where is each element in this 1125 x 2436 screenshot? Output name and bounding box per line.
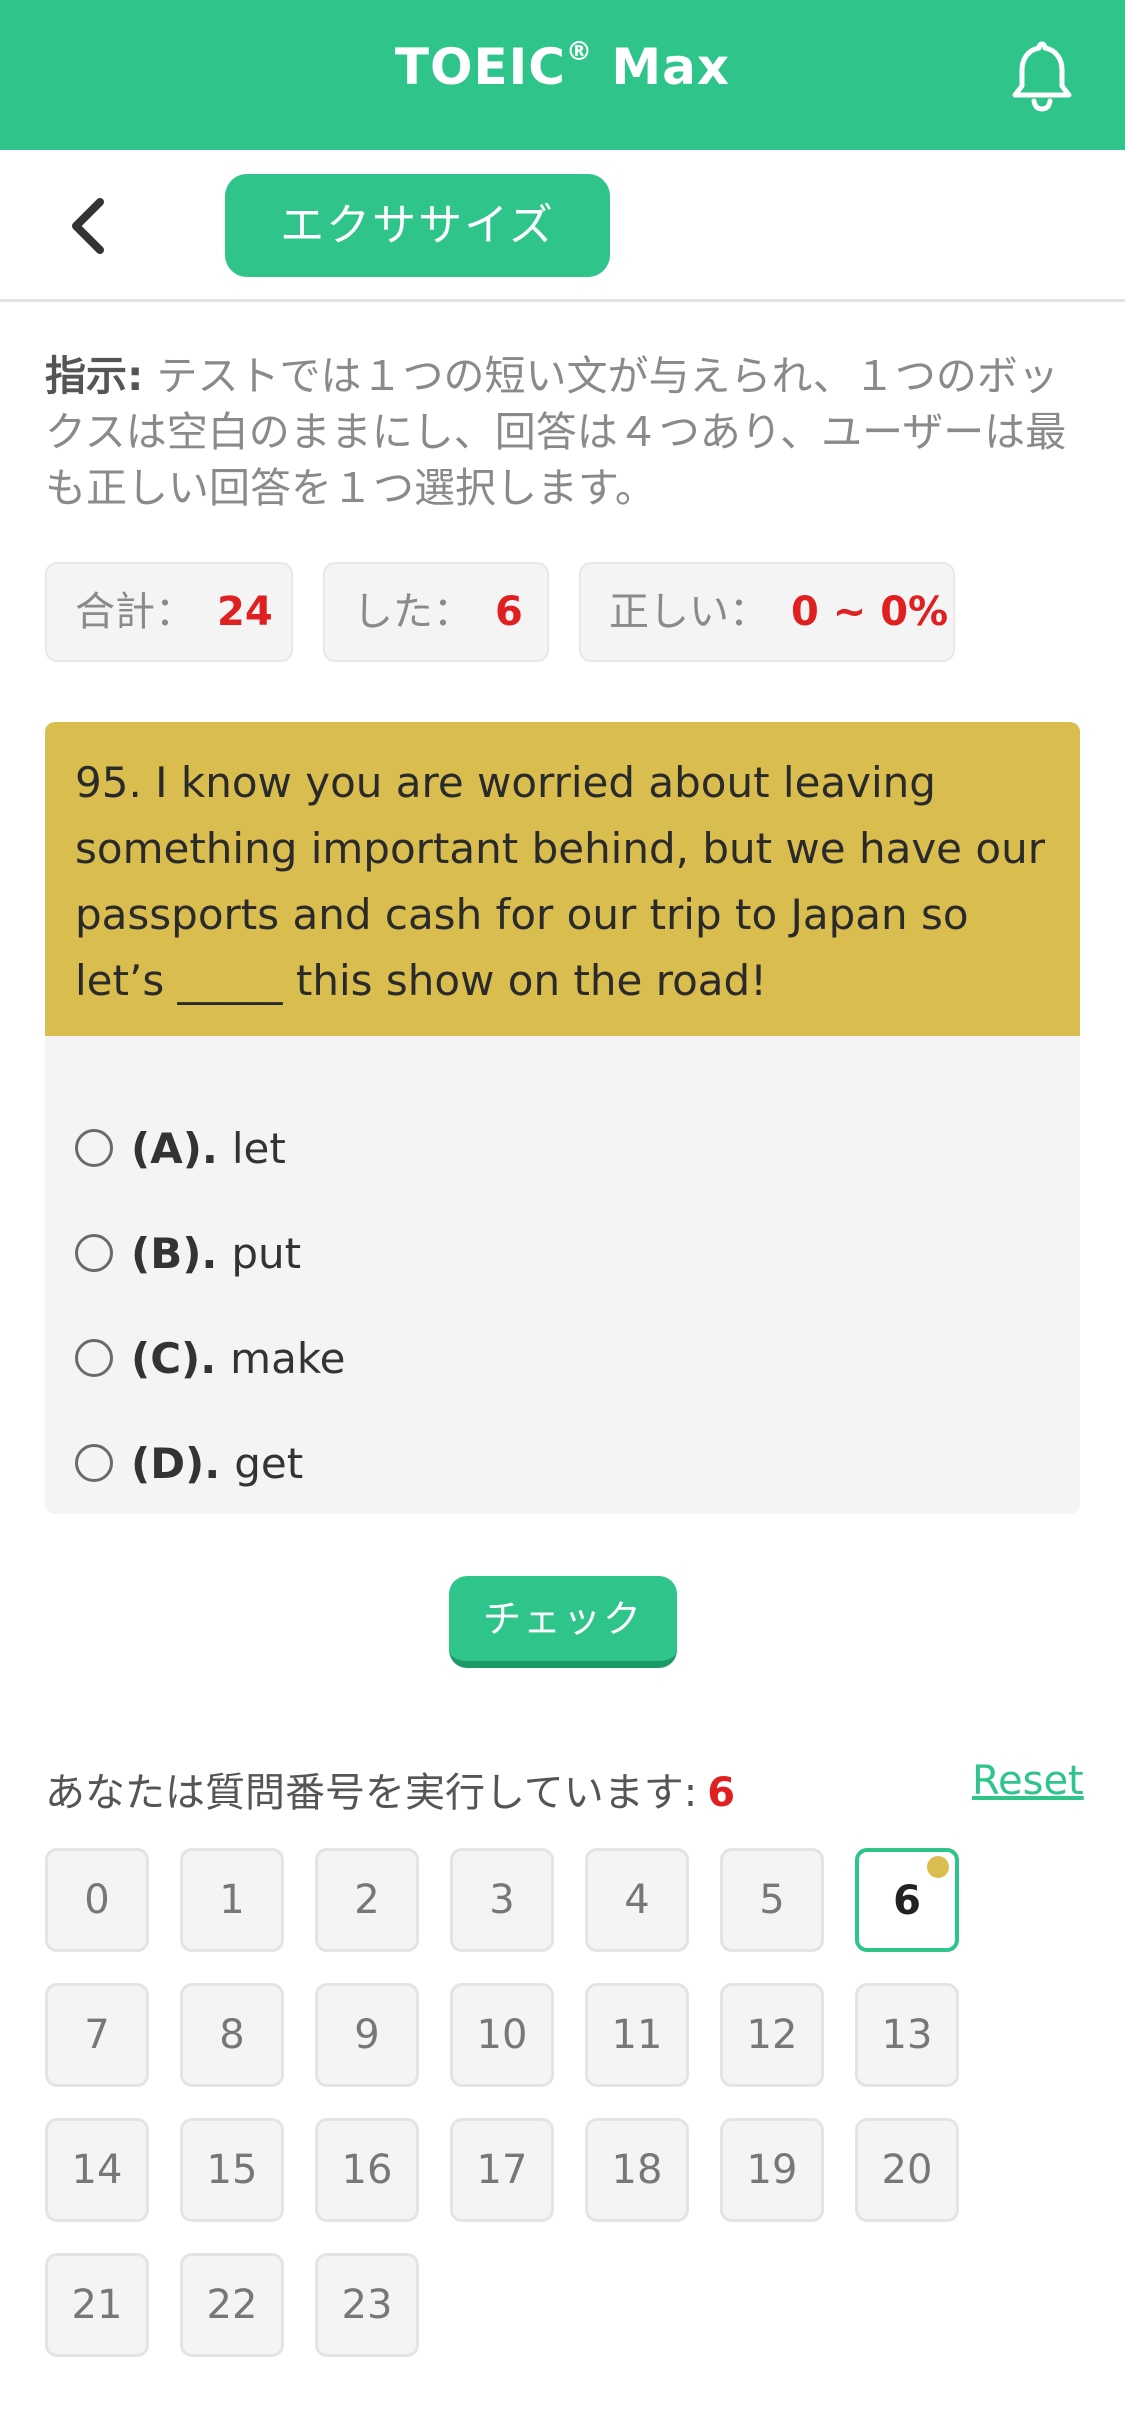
question-number-label: 7 bbox=[84, 2012, 110, 2058]
sub-header: エクササイズ bbox=[0, 150, 1125, 302]
question-number-label: 5 bbox=[759, 1877, 785, 1923]
radio-button[interactable] bbox=[75, 1339, 113, 1377]
app-title: TOEIC® Max bbox=[0, 37, 1125, 96]
question-number-23[interactable]: 23 bbox=[315, 2253, 419, 2357]
question-number-label: 15 bbox=[206, 2147, 258, 2193]
stat-total: 合計： 24 bbox=[45, 562, 293, 662]
app-title-text: TOEIC bbox=[394, 38, 566, 96]
question-number-10[interactable]: 10 bbox=[450, 1983, 554, 2087]
question-number-6[interactable]: 6 bbox=[855, 1848, 959, 1952]
question-number-label: 16 bbox=[341, 2147, 393, 2193]
question-number-label: 3 bbox=[489, 1877, 515, 1923]
progress-label: あなたは質問番号を実行しています: bbox=[45, 1770, 698, 1816]
option-c[interactable]: (C). make bbox=[75, 1328, 346, 1388]
question-number-label: 0 bbox=[84, 1877, 110, 1923]
stat-done-label: した： bbox=[353, 589, 473, 635]
option-a[interactable]: (A). let bbox=[75, 1118, 286, 1178]
question-number-11[interactable]: 11 bbox=[585, 1983, 689, 2087]
option-text: make bbox=[230, 1333, 346, 1383]
question-number-5[interactable]: 5 bbox=[720, 1848, 824, 1952]
instructions-label: 指示: bbox=[45, 352, 144, 400]
question-number-label: 17 bbox=[476, 2147, 528, 2193]
question-number-4[interactable]: 4 bbox=[585, 1848, 689, 1952]
question-text: 95. I know you are worried about leaving… bbox=[45, 722, 1080, 1036]
question-number-12[interactable]: 12 bbox=[720, 1983, 824, 2087]
question-number-label: 13 bbox=[881, 2012, 933, 2058]
instructions: 指示: テストでは１つの短い文が与えられ、１つのボックスは空白のままにし、回答は… bbox=[45, 348, 1085, 516]
progress-line: あなたは質問番号を実行しています: 6 bbox=[45, 1760, 735, 1818]
question-number-label: 19 bbox=[746, 2147, 798, 2193]
question-number-15[interactable]: 15 bbox=[180, 2118, 284, 2222]
app-title-suffix: Max bbox=[592, 38, 731, 96]
question-number-20[interactable]: 20 bbox=[855, 2118, 959, 2222]
answer-options: (A). let (B). put (C). make (D). get bbox=[45, 1036, 1080, 1514]
current-question-number: 6 bbox=[707, 1770, 736, 1816]
question-number-9[interactable]: 9 bbox=[315, 1983, 419, 2087]
radio-button[interactable] bbox=[75, 1129, 113, 1167]
stat-correct-value: 0 ~ 0% bbox=[791, 589, 949, 635]
question-number-label: 10 bbox=[476, 2012, 528, 2058]
question-number-16[interactable]: 16 bbox=[315, 2118, 419, 2222]
stat-total-label: 合計： bbox=[75, 589, 195, 635]
registered-mark: ® bbox=[565, 37, 593, 68]
question-number-2[interactable]: 2 bbox=[315, 1848, 419, 1952]
question-number-3[interactable]: 3 bbox=[450, 1848, 554, 1952]
option-key: (B). bbox=[131, 1228, 218, 1278]
option-key: (D). bbox=[131, 1438, 221, 1488]
question-number-label: 1 bbox=[219, 1877, 245, 1923]
chevron-left-icon[interactable] bbox=[62, 194, 118, 258]
question-number-label: 18 bbox=[611, 2147, 663, 2193]
mode-tab-exercise[interactable]: エクササイズ bbox=[225, 174, 610, 277]
option-d[interactable]: (D). get bbox=[75, 1433, 303, 1493]
stat-correct: 正しい： 0 ~ 0% bbox=[579, 562, 955, 662]
question-number-0[interactable]: 0 bbox=[45, 1848, 149, 1952]
check-button[interactable]: チェック bbox=[449, 1576, 677, 1668]
question-number-label: 2 bbox=[354, 1877, 380, 1923]
question-number-label: 6 bbox=[893, 1878, 921, 1924]
question-number-label: 4 bbox=[624, 1877, 650, 1923]
reset-link[interactable]: Reset bbox=[972, 1758, 1084, 1804]
question-number-13[interactable]: 13 bbox=[855, 1983, 959, 2087]
question-number-14[interactable]: 14 bbox=[45, 2118, 149, 2222]
option-key: (A). bbox=[131, 1123, 218, 1173]
stat-total-value: 24 bbox=[217, 589, 273, 635]
question-number-label: 20 bbox=[881, 2147, 933, 2193]
question-number-17[interactable]: 17 bbox=[450, 2118, 554, 2222]
stat-done: した： 6 bbox=[323, 562, 549, 662]
question-number-label: 12 bbox=[746, 2012, 798, 2058]
question-number-19[interactable]: 19 bbox=[720, 2118, 824, 2222]
stat-done-value: 6 bbox=[495, 589, 523, 635]
question-number-label: 23 bbox=[341, 2282, 393, 2328]
radio-button[interactable] bbox=[75, 1234, 113, 1272]
bell-icon[interactable] bbox=[1010, 38, 1074, 112]
question-number-21[interactable]: 21 bbox=[45, 2253, 149, 2357]
app-bar: TOEIC® Max bbox=[0, 0, 1125, 150]
question-number-label: 11 bbox=[611, 2012, 663, 2058]
question-number-label: 9 bbox=[354, 2012, 380, 2058]
radio-button[interactable] bbox=[75, 1444, 113, 1482]
instructions-text: テストでは１つの短い文が与えられ、１つのボックスは空白のままにし、回答は４つあり… bbox=[45, 352, 1067, 512]
option-key: (C). bbox=[131, 1333, 217, 1383]
option-b[interactable]: (B). put bbox=[75, 1223, 301, 1283]
question-number-label: 14 bbox=[71, 2147, 123, 2193]
option-text: put bbox=[231, 1228, 302, 1278]
question-number-1[interactable]: 1 bbox=[180, 1848, 284, 1952]
question-number-7[interactable]: 7 bbox=[45, 1983, 149, 2087]
stat-correct-label: 正しい： bbox=[609, 589, 769, 635]
question-number-8[interactable]: 8 bbox=[180, 1983, 284, 2087]
option-text: let bbox=[231, 1123, 286, 1173]
option-text: get bbox=[234, 1438, 304, 1488]
question-number-22[interactable]: 22 bbox=[180, 2253, 284, 2357]
question-number-label: 8 bbox=[219, 2012, 245, 2058]
question-number-label: 22 bbox=[206, 2282, 258, 2328]
current-marker-dot bbox=[927, 1856, 949, 1878]
question-number-18[interactable]: 18 bbox=[585, 2118, 689, 2222]
question-number-label: 21 bbox=[71, 2282, 123, 2328]
